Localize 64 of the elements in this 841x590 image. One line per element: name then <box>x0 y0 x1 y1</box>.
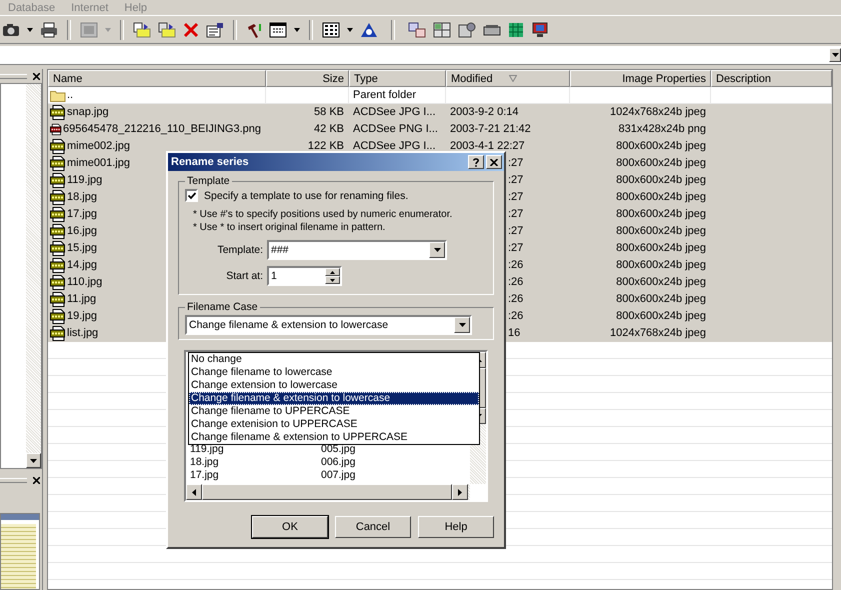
group-label: Template <box>186 175 231 187</box>
image-properties: 800x600x24b jpeg <box>616 310 706 322</box>
original-filename: 17.jpg <box>190 468 220 480</box>
file-name: 18.jpg <box>67 191 97 203</box>
image-properties: 800x600x24b jpeg <box>616 157 706 169</box>
new-filename: 007.jpg <box>321 468 356 480</box>
file-name: list.jpg <box>67 327 98 339</box>
file-size: 58 KB <box>314 106 344 118</box>
hint-text: * Use * to insert original filename in pattern. <box>193 221 386 234</box>
modified-date: :26 <box>508 276 524 288</box>
field-label: Template: <box>216 244 263 256</box>
modified-date: 2003-4-1 22:27 <box>450 140 525 152</box>
image-properties: 800x600x24b jpeg <box>616 208 706 220</box>
original-filename: 119.jpg <box>190 442 225 454</box>
dialog-title: Rename series <box>171 156 249 168</box>
new-filename: 005.jpg <box>321 442 356 454</box>
file-type: Parent folder <box>353 89 416 101</box>
modified-date: :27 <box>508 174 524 186</box>
image-properties: 800x600x24b jpeg <box>616 259 706 271</box>
file-name: snap.jpg <box>67 106 109 118</box>
file-name: 15.jpg <box>67 242 97 254</box>
file-type: ACDSee JPG I... <box>353 140 436 152</box>
image-properties: 1024x768x24b jpeg <box>610 327 706 339</box>
file-name: 11.jpg <box>67 293 96 305</box>
file-size: 122 KB <box>308 140 344 152</box>
file-name: 14.jpg <box>67 259 97 271</box>
modified-date: :26 <box>508 293 524 305</box>
modified-date: :27 <box>508 191 524 203</box>
file-name: 110.jpg <box>67 276 102 288</box>
file-name: 17.jpg <box>67 208 97 220</box>
image-properties: 831x428x24b png <box>618 123 706 135</box>
image-properties: 800x600x24b jpeg <box>616 225 706 237</box>
checkbox-label: Specify a template to use for renaming files. <box>204 190 408 202</box>
image-properties: 800x600x24b jpeg <box>616 293 706 305</box>
modified-date: 2003-9-2 0:14 <box>450 106 518 118</box>
modified-date: :27 <box>508 157 524 169</box>
field-label: Start at: <box>225 270 263 282</box>
image-properties: 800x600x24b jpeg <box>616 174 706 186</box>
file-type: ACDSee JPG I... <box>353 106 436 118</box>
modified-date: :27 <box>508 208 524 220</box>
file-size: 42 KB <box>314 123 344 135</box>
image-properties: 800x600x24b jpeg <box>616 191 706 203</box>
hint-text: * Use #'s to specify positions used by numeric enumerator. <box>193 208 454 221</box>
image-properties: 800x600x24b jpeg <box>616 276 706 288</box>
image-properties: 1024x768x24b jpeg <box>610 106 706 118</box>
file-name: mime001.jpg <box>67 157 130 169</box>
file-name: mime002.jpg <box>67 140 130 152</box>
modified-date: 2003-7-21 21:42 <box>450 123 531 135</box>
original-filename: 18.jpg <box>190 456 220 468</box>
file-type: ACDSee PNG I... <box>353 123 438 135</box>
group-label: Filename Case <box>186 301 259 313</box>
file-name: 16.jpg <box>67 225 97 237</box>
modified-date: :27 <box>508 242 524 254</box>
file-name: .. <box>67 89 74 101</box>
modified-date: :26 <box>508 259 524 271</box>
file-name: 119.jpg <box>67 174 102 186</box>
file-name: 19.jpg <box>67 310 97 322</box>
modified-date: :27 <box>508 225 524 237</box>
modified-date: :26 <box>508 310 524 322</box>
image-properties: 800x600x24b jpeg <box>616 140 706 152</box>
file-name: 695645478_212216_110_BEIJING3.png <box>63 123 261 135</box>
image-properties: 800x600x24b jpeg <box>616 242 706 254</box>
modified-date: 16 <box>508 327 520 339</box>
new-filename: 006.jpg <box>321 456 356 468</box>
